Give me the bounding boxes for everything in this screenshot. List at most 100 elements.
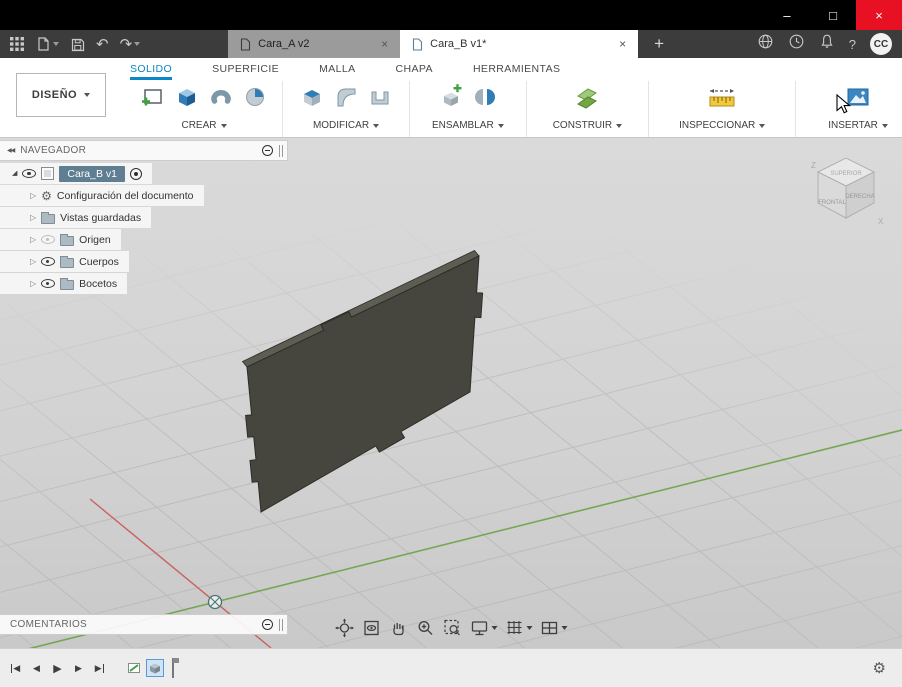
tab-solido[interactable]: SOLIDO: [130, 58, 172, 80]
caret-down-icon: [497, 123, 504, 128]
workspace-selector[interactable]: DISEÑO: [16, 73, 106, 117]
document-tab-active[interactable]: Cara_B v1* ×: [400, 30, 639, 58]
shell-icon[interactable]: [367, 84, 393, 115]
folder-icon: [60, 277, 75, 290]
display-settings-icon[interactable]: [470, 618, 498, 638]
tree-row-document-settings[interactable]: ▷ ⚙ Configuración del documento: [0, 185, 204, 206]
help-icon[interactable]: ?: [849, 37, 856, 52]
expand-node-icon[interactable]: ▷: [30, 213, 36, 222]
grid-snaps-icon[interactable]: [505, 618, 533, 638]
tree-item-label: Bocetos: [79, 277, 118, 290]
panel-menu-icon[interactable]: [262, 619, 273, 630]
user-avatar[interactable]: CC: [870, 33, 892, 55]
orbit-icon[interactable]: [335, 618, 355, 638]
tree-row-origin[interactable]: ▷ Origen: [0, 229, 121, 250]
group-construir-menu[interactable]: CONSTRUIR: [553, 120, 623, 131]
tab-close-icon[interactable]: ×: [619, 37, 626, 51]
tab-close-icon[interactable]: ×: [381, 37, 388, 51]
file-icon[interactable]: [35, 36, 59, 52]
timeline-playhead[interactable]: [172, 658, 179, 678]
viewcube[interactable]: SUPERIOR FRONTAL DERECHA Z X: [806, 146, 890, 230]
expand-node-icon[interactable]: ▷: [30, 235, 36, 244]
tree-row-sketches[interactable]: ▷ Bocetos: [0, 273, 128, 294]
close-button[interactable]: ×: [856, 0, 902, 30]
comments-header[interactable]: COMENTARIOS: [0, 614, 288, 635]
tab-malla[interactable]: MALLA: [319, 58, 355, 80]
origin-marker[interactable]: [207, 594, 223, 610]
expand-node-icon[interactable]: ▷: [30, 257, 36, 266]
timeline-extrude-feature[interactable]: [146, 659, 164, 677]
viewports-icon[interactable]: [540, 618, 568, 638]
maximize-button[interactable]: □: [810, 0, 856, 30]
gear-icon: ⚙: [41, 188, 52, 203]
press-pull-icon[interactable]: [299, 84, 325, 115]
look-at-icon[interactable]: [362, 618, 382, 638]
expand-node-icon[interactable]: ▷: [30, 191, 36, 200]
clock-icon[interactable]: [788, 33, 805, 55]
tree-row-root[interactable]: ◢ Cara_B v1: [0, 163, 152, 184]
minimize-button[interactable]: –: [764, 0, 810, 30]
construction-plane-icon[interactable]: [574, 84, 600, 115]
panel-grip-handle[interactable]: [279, 618, 284, 631]
new-component-icon[interactable]: [438, 83, 464, 115]
new-tab-button[interactable]: +: [654, 30, 664, 58]
ribbon-tabs: SOLIDO SUPERFICIE MALLA CHAPA HERRAMIENT…: [130, 58, 560, 80]
tab-chapa[interactable]: CHAPA: [396, 58, 433, 80]
bell-icon[interactable]: [819, 33, 835, 55]
folder-icon: [60, 233, 75, 246]
joint-icon[interactable]: [472, 84, 498, 115]
eye-off-icon[interactable]: [41, 235, 56, 244]
navigator-header: ◀◀ NAVEGADOR: [0, 140, 288, 161]
document-tab-inactive[interactable]: Cara_A v2 ×: [228, 30, 401, 58]
caret-down-icon: [491, 625, 498, 630]
tree-row-bodies[interactable]: ▷ Cuerpos: [0, 251, 129, 272]
panel-menu-icon[interactable]: [262, 145, 273, 156]
group-inspeccionar-menu[interactable]: INSPECCIONAR: [679, 120, 766, 131]
sphere-icon[interactable]: [242, 84, 268, 115]
timeline-sketch-feature[interactable]: [125, 659, 143, 677]
viewcube-axis-x: X: [878, 217, 884, 226]
viewport: SUPERIOR FRONTAL DERECHA Z X ◀◀ NAVEGADO…: [0, 138, 902, 648]
expand-node-icon[interactable]: ▷: [30, 279, 36, 288]
group-crear-menu[interactable]: CREAR: [181, 120, 227, 131]
eye-icon[interactable]: [22, 169, 37, 178]
go-to-start-button[interactable]: ◀: [6, 659, 25, 678]
apps-grid-icon[interactable]: [10, 37, 24, 51]
revolve-icon[interactable]: [208, 84, 234, 115]
document-icon: [413, 37, 423, 51]
eye-icon[interactable]: [41, 279, 56, 288]
caret-down-icon: [759, 123, 766, 128]
collapse-panel-icon[interactable]: ◀◀: [7, 147, 15, 154]
box-icon[interactable]: [174, 84, 200, 115]
go-to-end-button[interactable]: ▶: [90, 659, 109, 678]
group-ensamblar-menu[interactable]: ENSAMBLAR: [432, 120, 504, 131]
activate-component-radio[interactable]: [130, 167, 142, 180]
undo-icon[interactable]: ↶: [96, 37, 109, 52]
redo-icon[interactable]: ↷: [120, 37, 141, 52]
tab-herramientas[interactable]: HERRAMIENTAS: [473, 58, 560, 80]
measure-icon[interactable]: [707, 84, 737, 115]
zoom-icon[interactable]: [416, 618, 436, 638]
step-forward-button[interactable]: ▶: [69, 659, 88, 678]
create-sketch-icon[interactable]: [140, 84, 166, 115]
pan-icon[interactable]: [389, 618, 409, 638]
fusion-window: – □ × ↶ ↷ Cara_A v2 × Cara_B v1* × + ? C…: [0, 0, 902, 687]
group-insertar-menu[interactable]: INSERTAR: [828, 120, 888, 131]
group-modificar-menu[interactable]: MODIFICAR: [313, 120, 380, 131]
tree-row-saved-views[interactable]: ▷ Vistas guardadas: [0, 207, 152, 228]
panel-grip-handle[interactable]: [279, 144, 284, 157]
tree-item-label: Origen: [79, 233, 111, 246]
tab-superficie[interactable]: SUPERFICIE: [212, 58, 279, 80]
eye-icon[interactable]: [41, 257, 56, 266]
collapse-node-icon[interactable]: ◢: [12, 170, 17, 177]
timeline-settings-gear-icon[interactable]: ⚙: [873, 661, 886, 676]
globe-icon[interactable]: [757, 33, 774, 55]
fit-icon[interactable]: [443, 618, 463, 638]
fillet-icon[interactable]: [333, 84, 359, 115]
save-icon[interactable]: [70, 37, 85, 52]
play-button[interactable]: ▶: [48, 659, 67, 678]
viewcube-label-top: SUPERIOR: [830, 171, 862, 177]
folder-icon: [41, 211, 56, 224]
comments-panel: COMENTARIOS: [0, 614, 288, 635]
step-back-button[interactable]: ◀: [27, 659, 46, 678]
